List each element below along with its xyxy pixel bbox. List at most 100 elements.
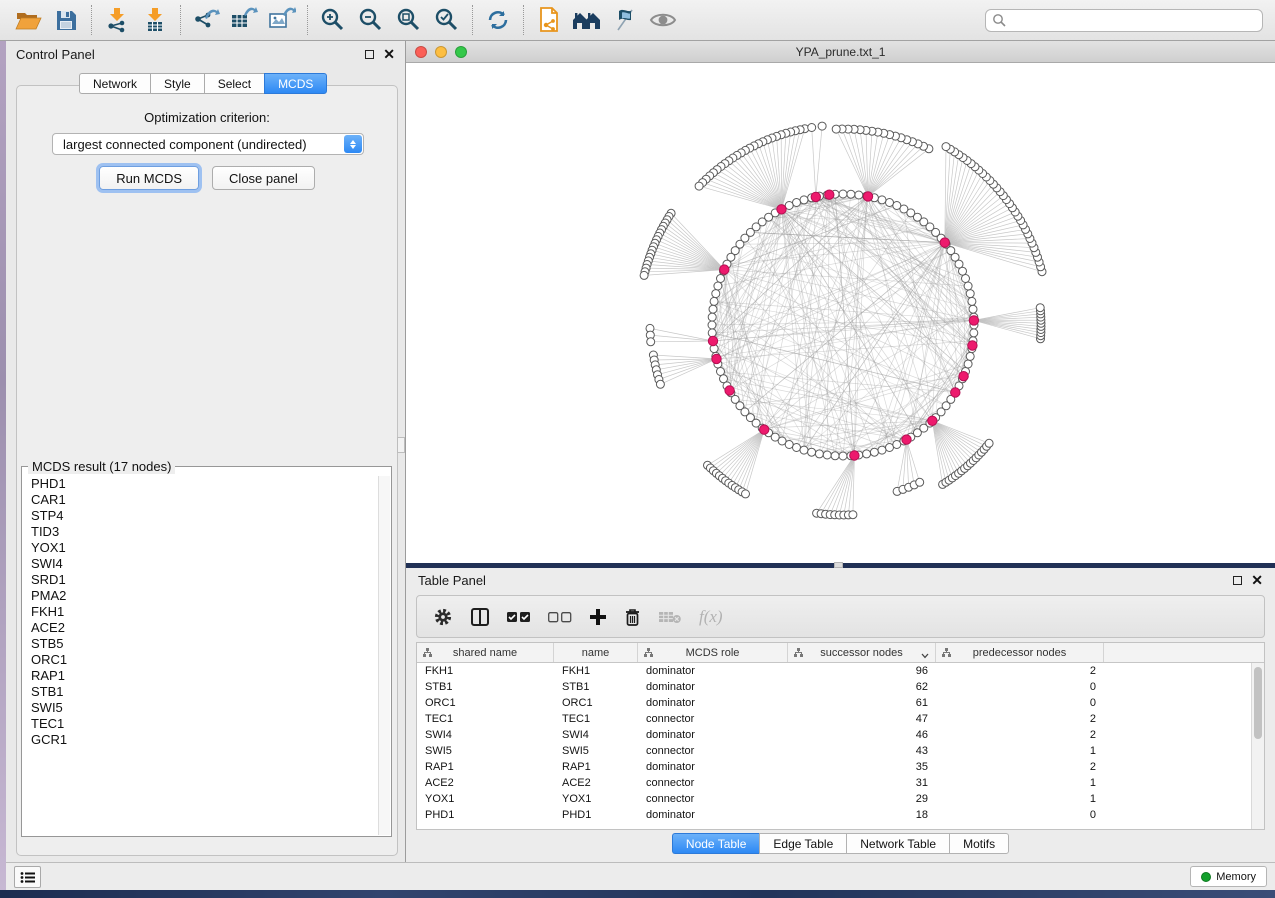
network-node[interactable] (708, 321, 716, 329)
network-node[interactable] (966, 352, 974, 360)
result-item[interactable]: SRD1 (31, 572, 378, 588)
close-panel-icon[interactable]: ✕ (1251, 576, 1263, 585)
result-item[interactable]: CAR1 (31, 492, 378, 508)
network-node[interactable] (800, 196, 808, 204)
criterion-select[interactable]: largest connected component (undirected) (52, 133, 364, 155)
search-field[interactable] (985, 9, 1263, 32)
network-hub-node[interactable] (850, 451, 859, 460)
network-node[interactable] (656, 380, 664, 388)
cell-name[interactable]: ACE2 (554, 775, 638, 791)
network-hub-node[interactable] (928, 416, 937, 425)
network-node[interactable] (985, 439, 993, 447)
cell-name[interactable]: SWI4 (554, 727, 638, 743)
cell-shared-name[interactable]: STB1 (417, 679, 554, 695)
zoom-selected-icon[interactable] (431, 4, 463, 36)
cell-successor-nodes[interactable]: 31 (788, 775, 936, 791)
cell-MCDS-role[interactable]: connector (638, 775, 788, 791)
cell-MCDS-role[interactable]: connector (638, 743, 788, 759)
network-node[interactable] (742, 490, 750, 498)
float-panel-icon[interactable] (1233, 576, 1242, 585)
flag-icon[interactable] (609, 4, 641, 36)
cell-predecessor-nodes[interactable]: 2 (936, 759, 1104, 775)
table-row[interactable]: PHD1PHD1dominator180 (417, 807, 1264, 823)
network-node[interactable] (968, 297, 976, 305)
result-item[interactable]: STB1 (31, 684, 378, 700)
cell-successor-nodes[interactable]: 47 (788, 711, 936, 727)
network-node[interactable] (695, 182, 703, 190)
network-node[interactable] (878, 446, 886, 454)
network-node[interactable] (710, 297, 718, 305)
network-node[interactable] (849, 511, 857, 519)
cell-shared-name[interactable]: ORC1 (417, 695, 554, 711)
cell-shared-name[interactable]: FKH1 (417, 663, 554, 679)
network-node[interactable] (708, 329, 716, 337)
network-node[interactable] (886, 444, 894, 452)
zoom-in-icon[interactable] (317, 4, 349, 36)
cell-successor-nodes[interactable]: 61 (788, 695, 936, 711)
network-node[interactable] (964, 282, 972, 290)
cell-successor-nodes[interactable]: 35 (788, 759, 936, 775)
tab-mcds[interactable]: MCDS (264, 73, 327, 94)
zoom-out-icon[interactable] (355, 4, 387, 36)
result-item[interactable]: SWI4 (31, 556, 378, 572)
hide-eye-icon[interactable] (647, 4, 679, 36)
network-node[interactable] (708, 313, 716, 321)
cell-shared-name[interactable]: RAP1 (417, 759, 554, 775)
network-node[interactable] (970, 329, 978, 337)
table-row[interactable]: SWI5SWI5connector431 (417, 743, 1264, 759)
network-node[interactable] (969, 305, 977, 313)
cell-name[interactable]: YOX1 (554, 791, 638, 807)
result-item[interactable]: STB5 (31, 636, 378, 652)
network-hub-node[interactable] (825, 190, 834, 199)
tab-edge-table[interactable]: Edge Table (759, 833, 846, 854)
import-table-icon[interactable] (139, 4, 171, 36)
network-node[interactable] (647, 338, 655, 346)
table-row[interactable]: RAP1RAP1dominator352 (417, 759, 1264, 775)
cell-name[interactable]: PHD1 (554, 807, 638, 823)
export-table-icon[interactable] (228, 4, 260, 36)
result-item[interactable]: SWI5 (31, 700, 378, 716)
cell-name[interactable]: SWI5 (554, 743, 638, 759)
cell-predecessor-nodes[interactable]: 0 (936, 807, 1104, 823)
maximize-window-icon[interactable] (455, 46, 467, 58)
network-node[interactable] (942, 143, 950, 151)
save-session-icon[interactable] (50, 4, 82, 36)
cell-predecessor-nodes[interactable]: 1 (936, 775, 1104, 791)
tab-network[interactable]: Network (79, 73, 150, 94)
table-scrollbar-thumb[interactable] (1254, 667, 1262, 739)
network-node[interactable] (870, 448, 878, 456)
network-hub-node[interactable] (959, 372, 968, 381)
cell-predecessor-nodes[interactable]: 2 (936, 711, 1104, 727)
cell-predecessor-nodes[interactable]: 0 (936, 695, 1104, 711)
export-network-icon[interactable] (190, 4, 222, 36)
network-node[interactable] (839, 452, 847, 460)
network-node[interactable] (793, 199, 801, 207)
column-header-successor-nodes[interactable]: successor nodes (788, 643, 936, 662)
cell-MCDS-role[interactable]: dominator (638, 695, 788, 711)
network-hub-node[interactable] (940, 238, 949, 247)
cell-successor-nodes[interactable]: 62 (788, 679, 936, 695)
minimize-window-icon[interactable] (435, 46, 447, 58)
network-hub-node[interactable] (902, 435, 911, 444)
column-header-shared-name[interactable]: shared name (417, 643, 554, 662)
delete-column-icon[interactable] (624, 607, 641, 627)
network-node[interactable] (878, 196, 886, 204)
cell-predecessor-nodes[interactable]: 0 (936, 679, 1104, 695)
network-node[interactable] (818, 122, 826, 130)
cell-predecessor-nodes[interactable]: 2 (936, 663, 1104, 679)
network-node[interactable] (1036, 304, 1044, 312)
table-row[interactable]: ACE2ACE2connector311 (417, 775, 1264, 791)
network-node[interactable] (823, 451, 831, 459)
export-image-icon[interactable] (266, 4, 298, 36)
cell-shared-name[interactable]: PHD1 (417, 807, 554, 823)
network-hub-node[interactable] (968, 341, 977, 350)
cell-shared-name[interactable]: TEC1 (417, 711, 554, 727)
network-hub-node[interactable] (725, 386, 734, 395)
share-document-icon[interactable] (533, 4, 565, 36)
table-row[interactable]: STB1STB1dominator620 (417, 679, 1264, 695)
network-hub-node[interactable] (712, 354, 721, 363)
result-item[interactable]: ACE2 (31, 620, 378, 636)
table-row[interactable]: YOX1YOX1connector291 (417, 791, 1264, 807)
cell-successor-nodes[interactable]: 46 (788, 727, 936, 743)
table-row[interactable]: TEC1TEC1connector472 (417, 711, 1264, 727)
